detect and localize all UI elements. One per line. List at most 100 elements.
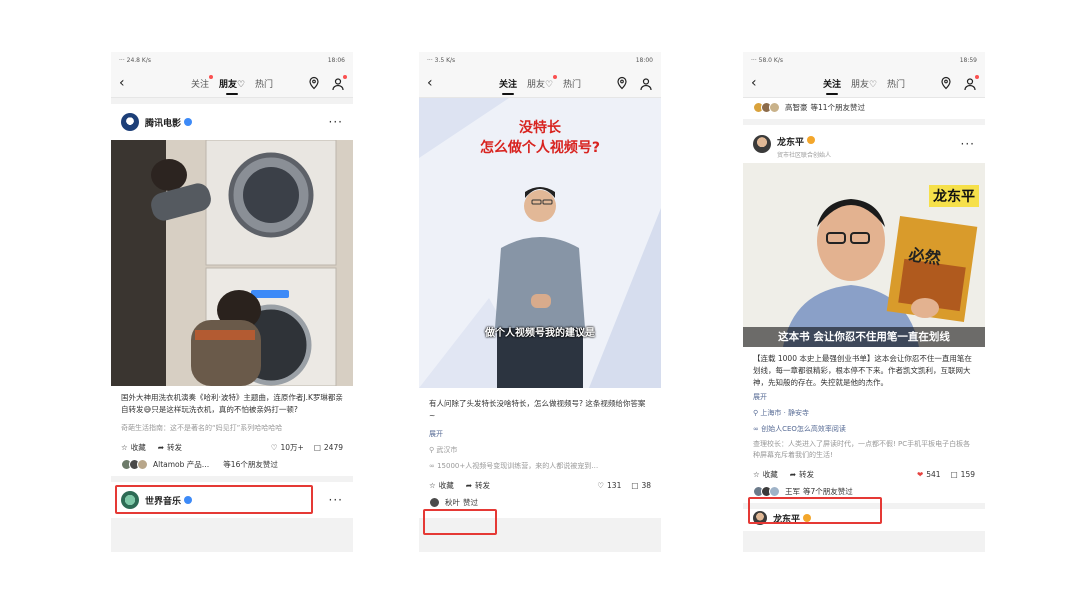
post-link[interactable]: ∞ 创始人CEO怎么高效率阅读 [743,421,985,437]
like-button[interactable]: ♡ 10万+ [271,442,304,453]
liked-by-names: 高智豪 [785,103,808,112]
top-comment[interactable]: 奇葩生活指南：这不是著名的“妈见打”系列哈哈哈哈 [111,416,353,436]
user-profile-icon[interactable] [639,76,653,90]
share-button[interactable]: ➦ 转发 [158,442,182,453]
post-actions: ☆ 收藏 ➦ 转发 ♡ 131 □ 38 [419,474,661,497]
previous-post-liked-row[interactable]: 高智豪 等11个朋友赞过 [743,98,985,119]
expand-link[interactable]: 展开 [419,422,661,442]
post-actions: ☆ 收藏 ➦ 转发 ♡ 10万+ □ 2479 [111,436,353,459]
comment-bubble-icon: □ [631,481,639,490]
status-time: 18:59 [959,56,977,64]
comment-bubble-icon: □ [950,470,958,479]
back-arrow-icon[interactable]: ‹ [427,75,443,91]
link-icon: ∞ [429,462,435,470]
post-video[interactable]: 没特长 怎么做个人视频号? 做个人视频号我的建议是 [419,98,661,388]
expand-link[interactable]: 展开 [743,389,985,405]
post-header: 龙东平 贸市社区联合创始人 ··· [743,125,985,163]
more-options-icon[interactable]: ··· [329,493,343,507]
status-time: 18:00 [635,56,653,64]
liked-by-count: 等7个朋友赞过 [803,487,853,496]
comment-bubble-icon: □ [313,443,321,452]
comment-button[interactable]: □ 159 [951,470,975,479]
friends-liked-row[interactable]: Altamob 产品… 等16个朋友赞过 [111,459,353,476]
star-icon: ☆ [121,443,128,452]
avatar [769,102,780,113]
tab-friends[interactable]: 朋友♡ [219,75,245,95]
author-subtitle: 贸市社区联合创始人 [777,151,832,159]
status-left: ··· 3.5 K/s [427,56,456,64]
author-name[interactable]: 龙东平 [777,138,804,148]
feed-post: 腾讯电影 ··· 国外大神用洗衣机演奏《哈利·波特》主题曲，连原作者J.K罗琳都… [111,104,353,476]
comment-button[interactable]: □ 2479 [314,443,343,452]
status-bar: ··· 58.0 K/s 18:59 [743,52,985,68]
location-pin-icon[interactable] [307,76,321,90]
favorite-button[interactable]: ☆ 收藏 [121,442,146,453]
tab-friends[interactable]: 朋友♡ [851,75,877,92]
phone-screen-1: ··· 24.8 K/s 18:06 ‹ 关注 朋友♡ 热门 腾讯电影 ··· [111,52,353,552]
top-comment[interactable]: 查理校长：人类进入了屏读时代，一点都不假! PC手机平板电子白板各种屏幕充斥着我… [743,437,985,463]
heart-icon: ♡ [270,443,278,452]
share-button[interactable]: ➦ 转发 [466,480,490,491]
comment-button[interactable]: □ 38 [631,481,651,490]
user-profile-icon[interactable] [963,74,979,90]
favorite-button[interactable]: ☆ 收藏 [429,480,454,491]
highlight-box [423,509,497,535]
post-header: 腾讯电影 ··· [111,104,353,140]
author-name[interactable]: 腾讯电影 [145,116,181,129]
liked-by-names: Altamob 产品… [153,460,210,469]
tab-follow[interactable]: 关注 [499,75,517,95]
location-pin-icon[interactable] [615,76,629,90]
tab-friends[interactable]: 朋友♡ [527,74,558,92]
user-profile-icon[interactable] [331,74,347,90]
avatar [769,486,780,497]
star-icon: ☆ [753,470,760,479]
post-link[interactable]: ∞ 15000+人视频号变现训练营，来的人都说被宠到… [419,458,661,474]
highlight-box [115,485,313,514]
top-nav: ‹ 关注 朋友♡ 热门 [419,68,661,98]
feed-post: 没特长 怎么做个人视频号? 做个人视频号我的建议是 有人问除了头发特长没啥特长，… [419,98,661,518]
more-options-icon[interactable]: ··· [329,115,343,129]
video-subtitle: 这本书 会让你忍不住用笔一直在划线 [743,327,985,347]
back-arrow-icon[interactable]: ‹ [751,75,767,91]
location-pin-icon: ⚲ [753,409,759,417]
post-caption: 【连载 1000 本史上最强创业书单】这本会让你忍不住一直用笔在划线，每一章都很… [753,354,972,387]
share-arrow-icon: ➦ [157,443,165,452]
post-location[interactable]: ⚲ 上海市 · 静安寺 [743,405,985,421]
avatar[interactable] [753,135,771,153]
feed-post: 龙东平 贸市社区联合创始人 ··· 龙东平 必然 这本书 会让你忍不住用笔一直在… [743,125,985,503]
avatar[interactable] [121,113,139,131]
tab-follow[interactable]: 关注 [823,75,841,95]
favorite-button[interactable]: ☆ 收藏 [753,469,778,480]
tab-follow[interactable]: 关注 [191,74,213,92]
video-name-tag: 龙东平 [929,185,979,207]
post-video[interactable]: 龙东平 必然 这本书 会让你忍不住用笔一直在划线 [743,163,985,347]
share-arrow-icon: ➦ [465,481,473,490]
status-left: ··· 58.0 K/s [751,56,783,64]
share-arrow-icon: ➦ [789,470,797,479]
highlight-box [748,497,882,524]
avatar [137,459,148,470]
like-button[interactable]: ♡ 131 [597,481,621,490]
liked-by-count: 等11个朋友赞过 [810,103,866,112]
back-arrow-icon[interactable]: ‹ [119,75,135,91]
video-subtitle: 做个人视频号我的建议是 [485,328,595,339]
tab-hot[interactable]: 热门 [887,75,905,92]
post-location[interactable]: ⚲ 武汉市 [419,442,661,458]
verified-badge-icon [184,118,193,126]
more-options-icon[interactable]: ··· [961,137,975,151]
tab-hot[interactable]: 热门 [255,75,273,92]
verified-badge-icon [807,136,816,144]
heart-filled-icon: ❤ [916,470,924,479]
post-actions: ☆ 收藏 ➦ 转发 ❤ 541 □ 159 [743,463,985,486]
like-button[interactable]: ❤ 541 [917,470,941,479]
phone-screen-2: ··· 3.5 K/s 18:00 ‹ 关注 朋友♡ 热门 没特长 怎么做个人视… [419,52,661,552]
post-caption: 有人问除了头发特长没啥特长，怎么做视频号? 这条视频给你答案~ [429,399,646,420]
location-pin-icon: ⚲ [429,446,435,454]
location-pin-icon[interactable] [939,76,953,90]
link-icon: ∞ [753,425,759,433]
tab-hot[interactable]: 热门 [563,75,581,92]
share-button[interactable]: ➦ 转发 [790,469,814,480]
top-nav: ‹ 关注 朋友♡ 热门 [743,68,985,98]
post-video[interactable] [111,140,353,386]
star-icon: ☆ [429,481,436,490]
